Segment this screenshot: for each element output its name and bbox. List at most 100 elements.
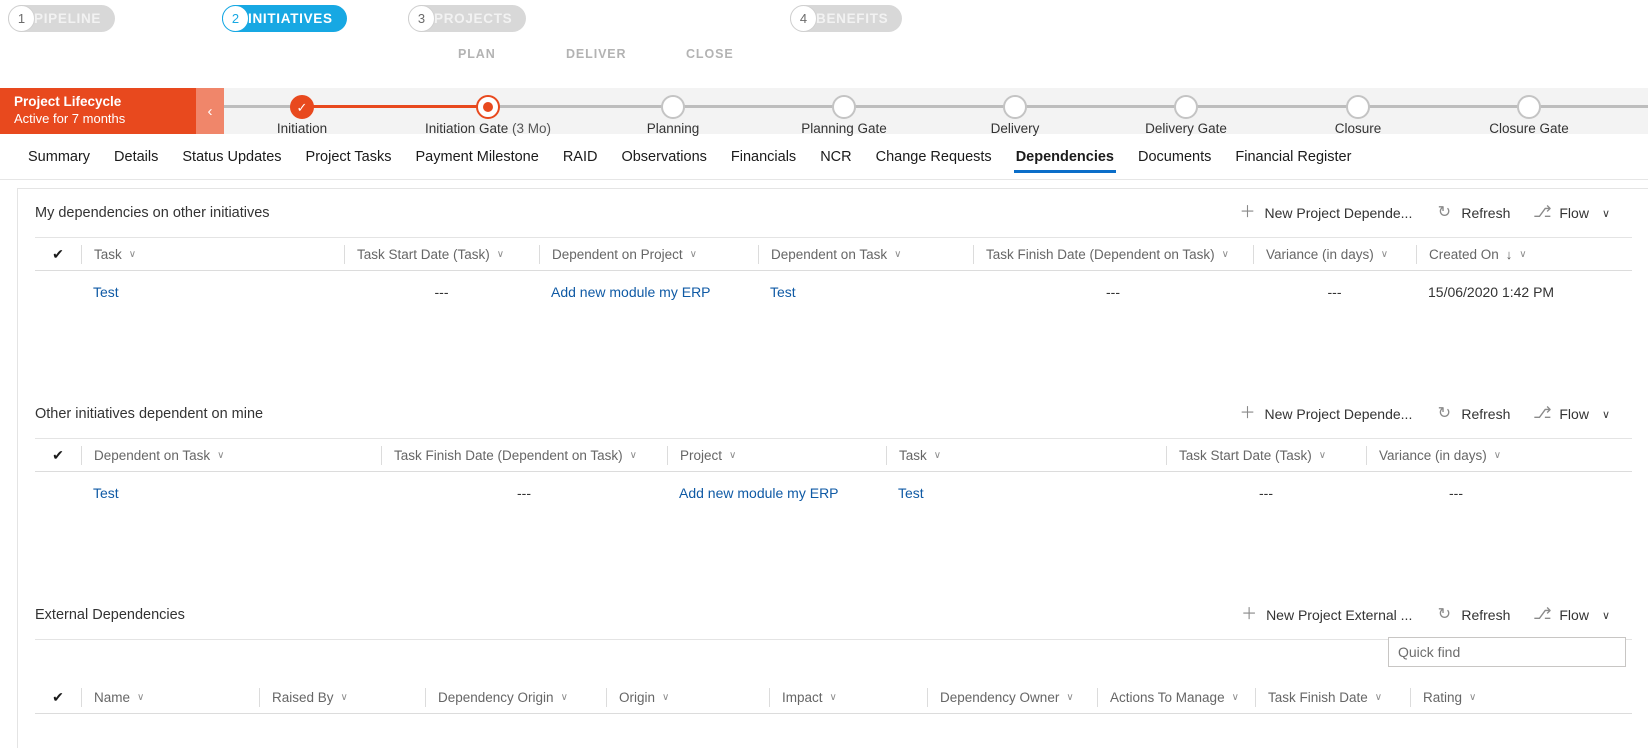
- column-header-dependency-origin[interactable]: Dependency Origin ∨: [425, 687, 606, 707]
- chevron-down-icon: ∨: [128, 248, 137, 260]
- milestone-node-closure-gate[interactable]: [1517, 95, 1541, 119]
- column-header-project[interactable]: Project ∨: [667, 445, 886, 465]
- column-header-task[interactable]: Task ∨: [886, 445, 1166, 465]
- column-header-task[interactable]: Task ∨: [81, 244, 344, 264]
- chevron-down-icon: ∨: [1469, 691, 1477, 703]
- stage-initiatives-number: 2: [222, 5, 249, 32]
- milestone-label-initiation: Initiation: [276, 121, 328, 136]
- table-cell[interactable]: Test: [886, 485, 1166, 501]
- stage-benefits-number: 4: [790, 5, 817, 32]
- column-header-actions-to-manage[interactable]: Actions To Manage ∨: [1097, 687, 1255, 707]
- stage-initiatives[interactable]: INITIATIVES 2: [222, 5, 386, 32]
- tab-details[interactable]: Details: [102, 143, 170, 173]
- milestone-label-initiation-gate: Initiation Gate (3 Mo): [424, 121, 552, 136]
- flow-button[interactable]: ⎇ Flow ∨: [1522, 402, 1622, 426]
- tab-summary[interactable]: Summary: [16, 143, 102, 173]
- column-header-impact[interactable]: Impact ∨: [769, 687, 927, 707]
- table-cell: ---: [1259, 485, 1273, 501]
- milestone-node-initiation[interactable]: ✓: [290, 95, 314, 119]
- column-header-dependency-owner[interactable]: Dependency Owner ∨: [927, 687, 1097, 707]
- milestone-node-delivery-gate[interactable]: [1174, 95, 1198, 119]
- refresh-button[interactable]: ↻ Refresh: [1424, 402, 1522, 426]
- flow-button[interactable]: ⎇ Flow ∨: [1522, 603, 1622, 627]
- milestone-node-closure[interactable]: [1346, 95, 1370, 119]
- column-header-task-start-date-task-[interactable]: Task Start Date (Task) ∨: [1166, 445, 1366, 465]
- stage-pipeline[interactable]: PIPELINE 1: [8, 5, 216, 32]
- column-header-dependent-on-project[interactable]: Dependent on Project ∨: [539, 244, 758, 264]
- chevron-down-icon: ∨: [1231, 691, 1239, 703]
- tab-change-requests[interactable]: Change Requests: [864, 143, 1004, 173]
- chevron-down-icon: ∨: [1221, 248, 1229, 260]
- flow-button[interactable]: ⎇ Flow ∨: [1522, 201, 1622, 225]
- table-cell[interactable]: Add new module my ERP: [539, 284, 758, 300]
- milestone-node-planning-gate[interactable]: [832, 95, 856, 119]
- new-record-button[interactable]: ＋ New Project Depende...: [1227, 201, 1424, 225]
- select-all-checkbox[interactable]: ✔: [35, 689, 81, 706]
- new-record-button[interactable]: ＋ New Project External ...: [1229, 603, 1424, 627]
- grid-command-bar: ＋ New Project Depende... ↻ Refresh ⎇ Flow ∨: [1227, 201, 1622, 225]
- column-header-raised-by[interactable]: Raised By ∨: [259, 687, 425, 707]
- chevron-down-icon: ∨: [340, 691, 348, 703]
- quick-find-box[interactable]: [1388, 637, 1626, 667]
- stage-benefits[interactable]: BENEFITS 4: [790, 5, 950, 32]
- column-header-label: Dependency Origin: [438, 689, 554, 705]
- column-header-variance-in-days-[interactable]: Variance (in days) ∨: [1253, 244, 1416, 264]
- flow-icon: ⎇: [1533, 204, 1552, 221]
- tab-financials[interactable]: Financials: [719, 143, 808, 173]
- grid-header-row: ✔ Name ∨ Raised By ∨ Dependency Origin ∨ Origin…: [35, 681, 1632, 714]
- flow-button-label: Flow: [1559, 607, 1589, 623]
- column-header-label: Variance (in days): [1379, 447, 1487, 463]
- column-header-task-finish-date[interactable]: Task Finish Date ∨: [1255, 687, 1410, 707]
- column-header-task-finish-date-dependent-on-task-[interactable]: Task Finish Date (Dependent on Task) ∨: [973, 244, 1253, 264]
- new-record-button[interactable]: ＋ New Project Depende...: [1227, 402, 1424, 426]
- table-cell[interactable]: Add new module my ERP: [667, 485, 886, 501]
- table-cell[interactable]: Test: [81, 485, 381, 501]
- tab-project-tasks[interactable]: Project Tasks: [294, 143, 404, 173]
- lifecycle-collapse-button[interactable]: ‹: [196, 88, 224, 134]
- grid-header-row: ✔ Task ∨ Task Start Date (Task) ∨ Dependent o…: [35, 238, 1632, 271]
- column-header-label: Task: [94, 246, 122, 262]
- chevron-down-icon: ∨: [1601, 207, 1610, 220]
- tab-ncr[interactable]: NCR: [808, 143, 863, 173]
- column-header-variance-in-days-[interactable]: Variance (in days) ∨: [1366, 445, 1546, 465]
- column-header-rating[interactable]: Rating ∨: [1410, 687, 1530, 707]
- grid-section-external-dependencies: External Dependencies ＋ New Project Extern…: [18, 591, 1632, 748]
- chevron-down-icon: ∨: [137, 691, 145, 703]
- tab-observations[interactable]: Observations: [609, 143, 718, 173]
- table-cell[interactable]: Test: [758, 284, 973, 300]
- select-all-checkbox[interactable]: ✔: [35, 447, 81, 464]
- column-header-name[interactable]: Name ∨: [81, 687, 259, 707]
- column-header-dependent-on-task[interactable]: Dependent on Task ∨: [758, 244, 973, 264]
- phase-label-deliver: DELIVER: [566, 47, 627, 61]
- column-header-task-start-date-task-[interactable]: Task Start Date (Task) ∨: [344, 244, 539, 264]
- grid-section-other-dependent: Other initiatives dependent on mine ＋ New …: [18, 390, 1632, 590]
- tab-financial-register[interactable]: Financial Register: [1223, 143, 1363, 173]
- milestone-node-delivery[interactable]: [1003, 95, 1027, 119]
- milestone-node-initiation-gate[interactable]: [476, 95, 500, 119]
- column-header-created-on[interactable]: Created On ↓ ∨: [1416, 244, 1586, 264]
- milestone-node-planning[interactable]: [661, 95, 685, 119]
- select-all-checkbox[interactable]: ✔: [35, 246, 81, 263]
- tab-payment-milestone[interactable]: Payment Milestone: [404, 143, 551, 173]
- column-header-task-finish-date-dependent-on-task-[interactable]: Task Finish Date (Dependent on Task) ∨: [381, 445, 667, 465]
- table-row[interactable]: Test --- Add new module my ERP Test --- ---: [35, 472, 1632, 514]
- chevron-down-icon: ∨: [1493, 449, 1502, 461]
- column-header-origin[interactable]: Origin ∨: [606, 687, 769, 707]
- phase-label-close: CLOSE: [686, 47, 734, 61]
- column-header-dependent-on-task[interactable]: Dependent on Task ∨: [81, 445, 381, 465]
- business-process-stage-bar: PIPELINE 1 INITIATIVES 2 PROJECTS 3 BENE…: [0, 0, 1648, 36]
- chevron-down-icon: ∨: [662, 691, 670, 703]
- refresh-button[interactable]: ↻ Refresh: [1424, 603, 1522, 627]
- milestone-label-delivery: Delivery: [990, 121, 1040, 136]
- chevron-down-icon: ∨: [1380, 248, 1389, 260]
- track-line-progress: [302, 105, 488, 108]
- tab-status-updates[interactable]: Status Updates: [170, 143, 293, 173]
- quick-find-input[interactable]: [1398, 644, 1616, 660]
- table-cell[interactable]: Test: [81, 284, 344, 300]
- stage-projects[interactable]: PROJECTS 3: [408, 5, 776, 32]
- tab-documents[interactable]: Documents: [1126, 143, 1223, 173]
- refresh-button[interactable]: ↻ Refresh: [1424, 201, 1522, 225]
- tab-dependencies[interactable]: Dependencies: [1004, 143, 1126, 173]
- tab-raid[interactable]: RAID: [551, 143, 610, 173]
- table-row[interactable]: Test --- Add new module my ERP Test --- --- 15…: [35, 271, 1632, 313]
